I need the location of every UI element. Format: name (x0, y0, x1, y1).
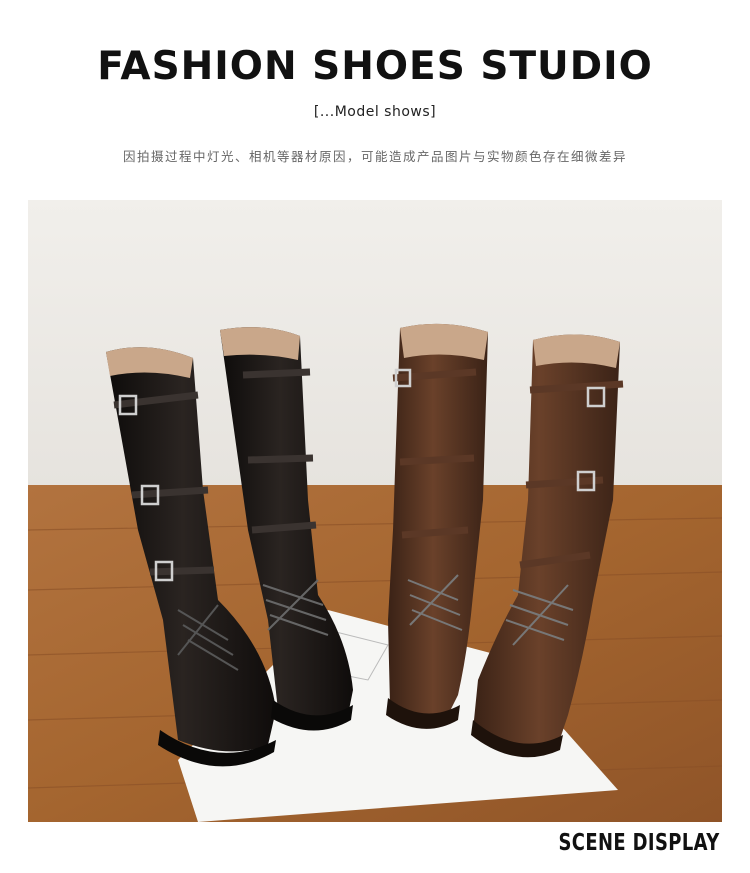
scene-display-label: SCENE DISPLAY (558, 830, 720, 856)
page-subtitle: [...Model shows] (313, 104, 437, 120)
page-title: FASHION SHOES STUDIO (97, 44, 653, 89)
product-photo (28, 200, 722, 822)
boots-scene (28, 200, 722, 822)
color-disclaimer: 因拍摄过程中灯光、相机等器材原因，可能造成产品图片与实物颜色存在细微差异 (122, 149, 627, 164)
